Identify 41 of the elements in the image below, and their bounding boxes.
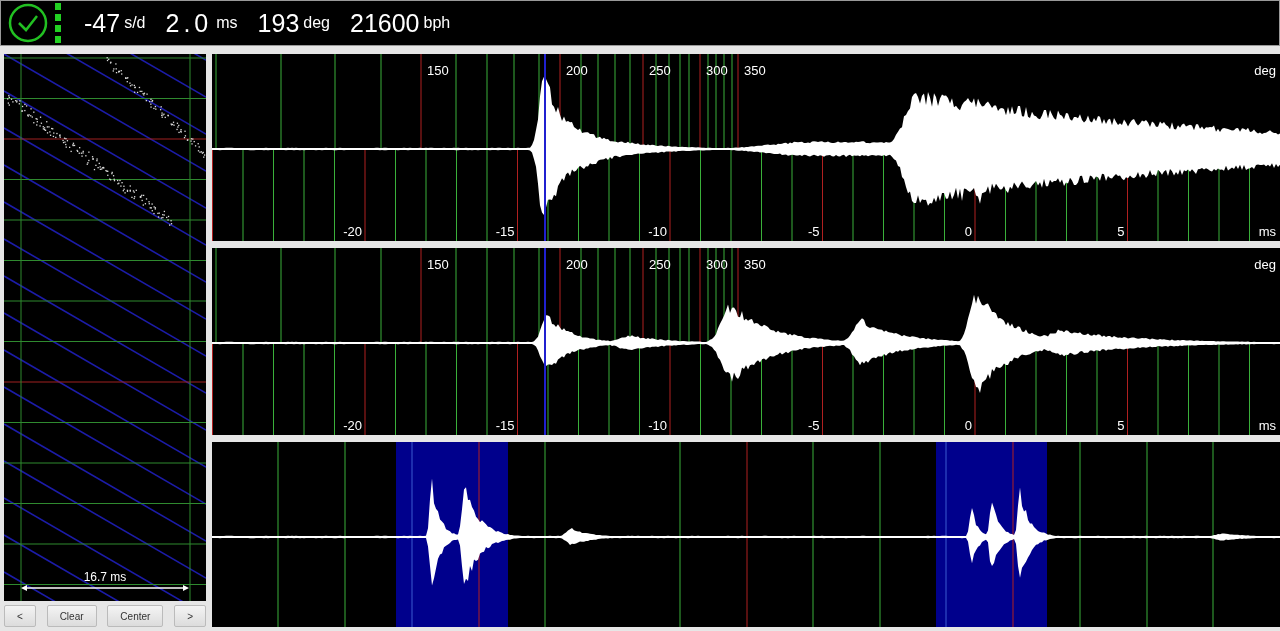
time-label: 5 [1117,224,1125,239]
strip-button[interactable]: < [4,605,36,627]
time-label: -20 [343,224,362,239]
strip-button[interactable]: Center [107,605,164,627]
reading-unit: s/d [124,14,146,32]
degree-label: 250 [649,63,671,78]
degree-label: 350 [744,63,766,78]
unit-label: deg [1254,257,1276,272]
degree-label: 350 [744,257,766,272]
reading-unit: ms [216,14,238,32]
unit-label: deg [1254,63,1276,78]
reading-unit: bph [423,14,451,32]
reading-value: 193 [257,8,300,38]
signal-icon [54,2,62,44]
strip-button[interactable]: > [174,605,206,627]
time-label: 5 [1117,418,1125,433]
time-label: -15 [495,224,515,239]
degree-label: 150 [427,63,449,78]
reading-value: -47 [84,8,121,38]
degree-label: 250 [649,257,671,272]
time-label: -10 [648,224,667,239]
strip-button[interactable]: Clear [46,605,97,627]
time-label: 0 [964,224,972,239]
time-label: -10 [648,418,667,433]
degree-label: 200 [566,63,588,78]
time-label: -5 [807,418,820,433]
reading-value: 2.0 [165,8,213,38]
unit-label: ms [1258,224,1276,239]
time-label: -5 [807,224,820,239]
degree-label: 150 [427,257,449,272]
degree-label: 200 [566,257,588,272]
scale-label: 16.7 ms [83,570,127,584]
unit-label: ms [1258,418,1276,433]
time-label: -20 [343,418,362,433]
time-label: -15 [495,418,515,433]
degree-label: 300 [706,257,728,272]
clock-icon [7,2,49,44]
reading-unit: deg [303,14,330,32]
time-label: 0 [964,418,972,433]
degree-label: 300 [706,63,728,78]
reading-value: 21600 [350,8,420,38]
